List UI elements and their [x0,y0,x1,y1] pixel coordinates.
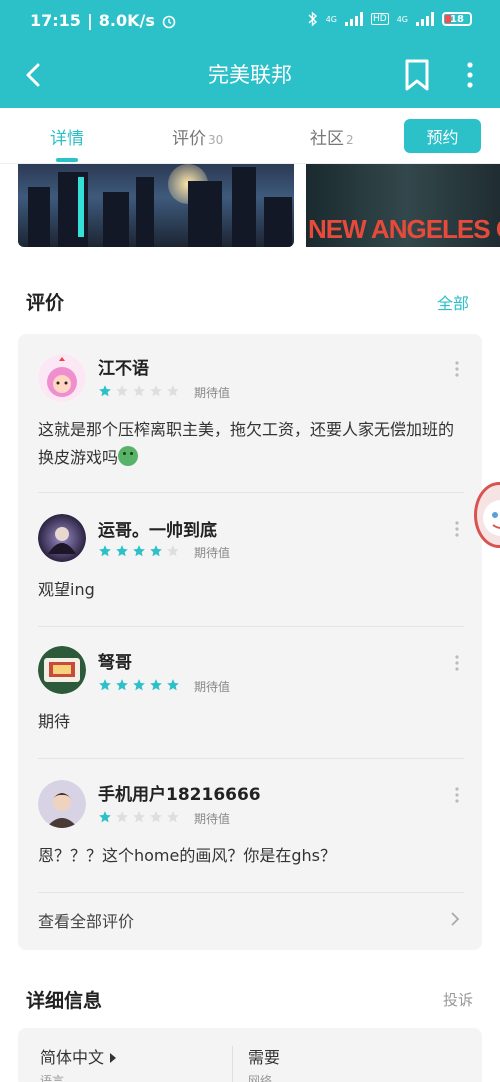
star-empty-icon [150,811,162,823]
star-filled-icon [116,545,128,557]
rating-label: 期待值 [194,386,231,400]
report-link[interactable]: 投诉 [443,989,473,1010]
rating-label: 期待值 [194,680,231,694]
info-card: 简体中文 语言 需要 网络 [18,1028,482,1082]
star-rating [98,810,180,824]
star-empty-icon [150,385,162,397]
avatar[interactable] [38,354,86,402]
star-filled-icon [99,679,111,691]
view-all-reviews-link[interactable]: 查看全部评价 [38,908,134,932]
avatar[interactable] [38,780,86,828]
divider [232,1046,233,1082]
signal-icon-2 [416,12,434,26]
network-type-2: 4G [396,14,408,24]
star-filled-icon [133,545,145,557]
star-filled-icon [167,679,179,691]
language-label: 语言 [40,1074,65,1082]
star-empty-icon [133,385,145,397]
star-empty-icon [116,811,128,823]
network-info: 需要 网络 [248,1044,280,1082]
language-info[interactable]: 简体中文 语言 [40,1044,117,1082]
star-rating [98,384,180,398]
reviews-section-title: 评价 [26,292,65,314]
network-value: 需要 [248,1048,281,1067]
star-rating [98,678,180,692]
battery-icon: 18 [442,12,472,26]
star-filled-icon [133,679,145,691]
screenshot-strip[interactable]: NEW ANGELES CITY [0,164,500,248]
more-vertical-icon[interactable] [462,58,478,92]
review-text: 期待 [38,712,71,731]
battery-level: 18 [450,13,464,25]
hd-badge: HD [371,13,389,25]
tab-community[interactable]: 社区 2 [310,124,354,149]
sick-emoji-icon [118,446,139,466]
review-username[interactable]: 运哥。一帅到底 [98,516,217,541]
star-filled-icon [99,385,111,397]
star-filled-icon [116,679,128,691]
chevron-right-icon[interactable] [450,911,460,927]
reviews-card: 江不语 期待值 这就是那个压榨离职主美，拖欠工资，还要人家无偿加班的换皮游戏吗 … [18,334,482,950]
review-username[interactable]: 江不语 [98,354,149,379]
review-text: 这就是那个压榨离职主美，拖欠工资，还要人家无偿加班的换皮游戏吗 [38,420,455,467]
divider [38,492,464,493]
rating-label: 期待值 [194,546,231,560]
status-time: 17:15 [30,11,81,30]
avatar[interactable] [38,646,86,694]
tab-details[interactable]: 详情 [50,124,84,149]
star-empty-icon [116,385,128,397]
bluetooth-icon [308,11,317,27]
review-username[interactable]: 手机用户18216666 [98,780,261,805]
tab-reviews[interactable]: 评价 30 [172,124,223,149]
review-text: 观望ing [38,580,95,599]
tab-indicator [56,158,78,162]
star-filled-icon [150,545,162,557]
top-bar: 17:15 | 8.0K/s 4G HD 4G 18 完美联邦 [0,0,500,108]
divider [38,892,464,893]
review-username[interactable]: 弩哥 [98,648,132,673]
review-text: 恩？？？这个home的画风？你是在ghs？ [38,846,336,865]
status-bar: 17:15 | 8.0K/s 4G HD 4G 18 [0,0,500,42]
rating-label: 期待值 [194,812,231,826]
details-section-title: 详细信息 [26,990,103,1012]
star-empty-icon [167,385,179,397]
star-filled-icon [150,679,162,691]
alarm-icon [162,15,176,28]
caret-right-icon [110,1053,117,1063]
game-screenshot-2[interactable]: NEW ANGELES CITY [306,164,500,247]
star-empty-icon [133,811,145,823]
screenshot-caption: NEW ANGELES CITY [308,214,500,244]
signal-icon-1 [345,12,363,26]
reviews-all-link[interactable]: 全部 [437,290,469,314]
app-bar: 完美联邦 [0,42,500,108]
bookmark-icon[interactable] [402,58,432,92]
more-vertical-icon[interactable] [454,520,460,538]
game-screenshot-1[interactable] [18,164,294,247]
divider [38,758,464,759]
more-vertical-icon[interactable] [454,786,460,804]
avatar[interactable] [38,514,86,562]
network-type-1: 4G [325,14,337,24]
more-vertical-icon[interactable] [454,360,460,378]
network-label: 网络 [248,1074,273,1082]
more-vertical-icon[interactable] [454,654,460,672]
star-empty-icon [167,545,179,557]
star-filled-icon [99,811,111,823]
divider [38,626,464,627]
star-empty-icon [167,811,179,823]
reserve-button[interactable]: 预约 [404,119,481,153]
status-net-speed: 8.0K/s [98,11,155,30]
language-value: 简体中文 [40,1048,105,1067]
star-filled-icon [99,545,111,557]
star-rating [98,544,180,558]
